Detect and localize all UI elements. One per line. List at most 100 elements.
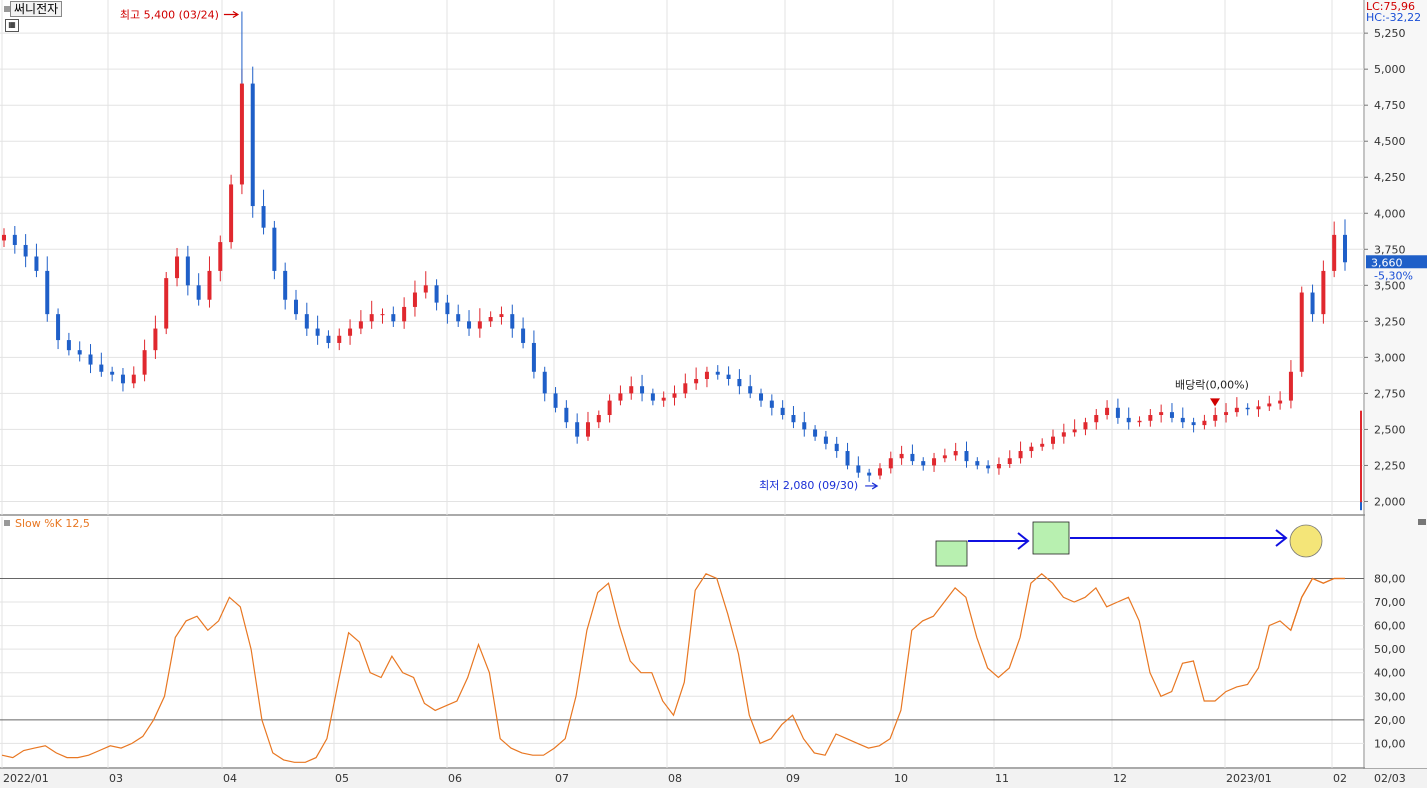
stoch-y-tick: 10,00 [1374,737,1406,750]
candle-body [737,378,742,387]
candle-body [877,468,882,476]
price-y-tick: 4,750 [1374,99,1406,112]
candle-body [910,453,915,462]
candle-body [813,429,818,437]
candle-body [1148,415,1153,421]
candle-body [845,451,850,466]
stock-name-label[interactable]: 써니전자 [10,1,63,17]
candle-body [293,299,298,315]
candle-body [618,393,623,401]
x-tick-label: 2022/01 [3,772,49,785]
candle-body [1267,403,1272,407]
candle-body [629,386,634,394]
candle-body [239,83,244,185]
candle-body [196,285,201,300]
candle-body [932,458,937,466]
candle-body [1029,446,1034,452]
stock-chart-area[interactable]: 최고 5,400 (03/24) 최저 2,080 (09/30) 배당락(0,00… [0,0,1427,788]
candle-body [56,314,61,341]
candle-body [250,83,255,207]
price-y-tick: 3,000 [1374,351,1406,364]
candle-body [456,314,461,322]
chart-svg[interactable]: 최고 5,400 (03/24) 최저 2,080 (09/30) 배당락(0,00… [0,0,1427,788]
candle-body [996,464,1001,469]
candle-body [748,386,753,394]
candle-body [164,278,169,329]
candle-body [142,350,147,375]
candle-body [45,270,50,315]
candle-body [575,422,580,437]
indicator-marker-icon [4,520,10,526]
x-tick-label: 07 [555,772,569,785]
candle-body [780,407,785,416]
candle-body [888,458,893,469]
candle-body [467,321,472,329]
candle-body [1105,407,1110,416]
candle-body [1310,292,1315,315]
candle-body [272,227,277,271]
candle-body [1234,407,1239,413]
candle-body [542,371,547,394]
price-y-tick: 5,000 [1374,63,1406,76]
candle-body [694,378,699,384]
candle-body [23,244,28,257]
side-marker-low [1360,502,1362,511]
candle-body [531,342,536,372]
candle-body [1343,234,1347,263]
candle-body [326,335,331,343]
candle-body [1278,400,1283,404]
candle-body [358,321,363,329]
x-tick-label: 10 [894,772,908,785]
candle-body [856,465,861,473]
dividend-annotation: 배당락(0,00%) [1175,378,1249,391]
collapse-icon [1418,519,1426,525]
candle-body [283,270,288,300]
candle-body [704,371,709,379]
candle-body [650,393,655,401]
candle-body [120,374,125,384]
candle-body [1180,417,1185,423]
price-y-tick: 4,000 [1374,207,1406,220]
candle-body [661,397,666,401]
x-tick-label: 08 [668,772,682,785]
candle-body [1018,451,1023,459]
candle-body [1094,415,1099,423]
price-y-tick: 5,250 [1374,27,1406,40]
price-y-tick: 2,750 [1374,387,1406,400]
candle-body [77,350,82,355]
price-y-tick: 3,250 [1374,315,1406,328]
candle-body [488,317,493,322]
candle-body [1202,420,1207,426]
candle-body [823,436,828,444]
candle-body [412,292,417,307]
candle-body [867,472,872,476]
candle-body [110,371,115,375]
x-tick-label: 02/03 [1374,772,1406,785]
candle-body [315,328,320,336]
x-tick-label: 09 [786,772,800,785]
candle-body [672,393,677,398]
table-icon[interactable]: ▦ [5,19,19,32]
candle-body [510,314,515,329]
candle-body [434,285,439,303]
candle-body [99,364,104,372]
candle-body [975,461,980,466]
candle-body [131,374,136,384]
candle-body [585,422,590,437]
candle-body [207,270,212,300]
candle-body [715,371,720,375]
candle-body [499,314,504,318]
candle-body [153,328,158,351]
candle-body [445,302,450,315]
candle-body [12,234,17,245]
candle-body [986,465,991,469]
x-tick-label: 05 [335,772,349,785]
price-y-tick: 2,250 [1374,459,1406,472]
candle-body [1321,270,1326,315]
candle-body [1256,406,1261,410]
price-y-tick: 3,500 [1374,279,1406,292]
stoch-y-tick: 40,00 [1374,667,1406,680]
candle-body [380,314,385,316]
stoch-y-tick: 50,00 [1374,643,1406,656]
indicator-label: Slow %K 12,5 [15,517,90,530]
